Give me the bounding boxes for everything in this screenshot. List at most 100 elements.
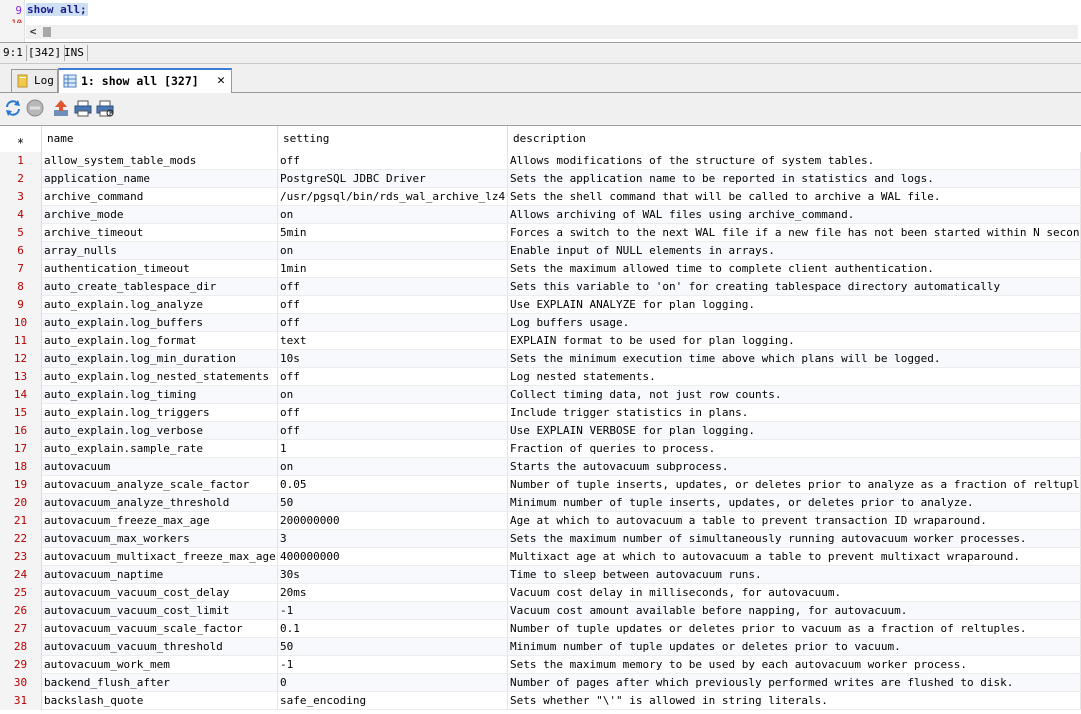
table-row[interactable]: 5 archive_timeout 5min Forces a switch to t… bbox=[0, 224, 1081, 242]
row-number[interactable]: 12 bbox=[0, 350, 42, 368]
cell-name[interactable]: autovacuum_freeze_max_age bbox=[42, 512, 278, 529]
row-number[interactable]: 1 bbox=[0, 152, 42, 170]
sql-text-selected[interactable]: show all; bbox=[26, 3, 88, 16]
row-number[interactable]: 14 bbox=[0, 386, 42, 404]
row-number[interactable]: 15 bbox=[0, 404, 42, 422]
cell-name[interactable]: autovacuum_naptime bbox=[42, 566, 278, 583]
cell-name[interactable]: autovacuum_vacuum_scale_factor bbox=[42, 620, 278, 637]
cell-setting[interactable]: 5min bbox=[278, 224, 508, 241]
scroll-left-button[interactable]: < bbox=[26, 25, 40, 39]
row-number[interactable]: 18 bbox=[0, 458, 42, 476]
cell-description[interactable]: Sets whether "\'" is allowed in string l… bbox=[508, 692, 1081, 709]
table-row[interactable]: 4 archive_mode on Allows archiving of WAL f… bbox=[0, 206, 1081, 224]
table-row[interactable]: 18 autovacuum on Starts the autovacuum subp… bbox=[0, 458, 1081, 476]
table-row[interactable]: 15 auto_explain.log_triggers off Include tr… bbox=[0, 404, 1081, 422]
row-number[interactable]: 19 bbox=[0, 476, 42, 494]
cell-name[interactable]: auto_explain.log_format bbox=[42, 332, 278, 349]
row-number[interactable]: 9 bbox=[0, 296, 42, 314]
row-number[interactable]: 16 bbox=[0, 422, 42, 440]
table-row[interactable]: 3 archive_command/usr/pgsql/bin/rds_wal_a… bbox=[0, 188, 1081, 206]
cell-name[interactable]: auto_explain.log_buffers bbox=[42, 314, 278, 331]
cell-description[interactable]: Use EXPLAIN VERBOSE for plan logging. bbox=[508, 422, 1081, 439]
cell-description[interactable]: Sets the maximum memory to be used by ea… bbox=[508, 656, 1081, 673]
cell-setting[interactable]: off bbox=[278, 314, 508, 331]
cell-description[interactable]: Sets the maximum number of simultaneousl… bbox=[508, 530, 1081, 547]
cell-setting[interactable]: 10s bbox=[278, 350, 508, 367]
cell-name[interactable]: autovacuum_analyze_threshold bbox=[42, 494, 278, 511]
cell-description[interactable]: Log buffers usage. bbox=[508, 314, 1081, 331]
column-header-setting[interactable]: setting bbox=[278, 126, 508, 152]
row-number[interactable]: 7 bbox=[0, 260, 42, 278]
cell-name[interactable]: application_name bbox=[42, 170, 278, 187]
tab-show-all[interactable]: 1: show all [327] ✕ bbox=[58, 68, 232, 93]
cell-name[interactable]: auto_explain.log_verbose bbox=[42, 422, 278, 439]
cell-description[interactable]: Sets this variable to 'on' for creating … bbox=[508, 278, 1081, 295]
cell-description[interactable]: Sets the application name to be reported… bbox=[508, 170, 1081, 187]
cell-name[interactable]: archive_timeout bbox=[42, 224, 278, 241]
print-preview-icon[interactable] bbox=[95, 98, 115, 118]
cell-description[interactable]: EXPLAIN format to be used for plan loggi… bbox=[508, 332, 1081, 349]
row-number[interactable]: 13 bbox=[0, 368, 42, 386]
cell-setting[interactable]: on bbox=[278, 206, 508, 223]
table-row[interactable]: 9 auto_explain.log_analyze off Use EXPLAIN … bbox=[0, 296, 1081, 314]
cell-description[interactable]: Age at which to autovacuum a table to pr… bbox=[508, 512, 1081, 529]
cell-name[interactable]: autovacuum bbox=[42, 458, 278, 475]
row-header-corner[interactable]: * bbox=[0, 126, 42, 152]
cell-setting[interactable]: -1 bbox=[278, 656, 508, 673]
cell-setting[interactable]: 50 bbox=[278, 638, 508, 655]
row-number[interactable]: 27 bbox=[0, 620, 42, 638]
cell-description[interactable]: Allows archiving of WAL files using arch… bbox=[508, 206, 1081, 223]
cell-setting[interactable]: -1 bbox=[278, 602, 508, 619]
cell-name[interactable]: autovacuum_work_mem bbox=[42, 656, 278, 673]
cell-name[interactable]: autovacuum_analyze_scale_factor bbox=[42, 476, 278, 493]
cell-name[interactable]: allow_system_table_mods bbox=[42, 152, 278, 169]
cell-setting[interactable]: off bbox=[278, 368, 508, 385]
row-number[interactable]: 21 bbox=[0, 512, 42, 530]
cell-name[interactable]: backslash_quote bbox=[42, 692, 278, 709]
tab-log[interactable]: Log bbox=[11, 69, 58, 92]
close-icon[interactable]: ✕ bbox=[217, 70, 225, 92]
cell-setting[interactable]: 400000000 bbox=[278, 548, 508, 565]
table-row[interactable]: 17 auto_explain.sample_rate 1 Fraction of q… bbox=[0, 440, 1081, 458]
print-icon[interactable] bbox=[73, 98, 93, 118]
table-row[interactable]: 23 autovacuum_multixact_freeze_max_age 400… bbox=[0, 548, 1081, 566]
table-row[interactable]: 29 autovacuum_work_mem -1 Sets the maximum … bbox=[0, 656, 1081, 674]
cell-description[interactable]: Use EXPLAIN ANALYZE for plan logging. bbox=[508, 296, 1081, 313]
row-number[interactable]: 5 bbox=[0, 224, 42, 242]
table-row[interactable]: 21 autovacuum_freeze_max_age 200000000 Age … bbox=[0, 512, 1081, 530]
row-number[interactable]: 23 bbox=[0, 548, 42, 566]
cell-description[interactable]: Vacuum cost amount available before napp… bbox=[508, 602, 1081, 619]
row-number[interactable]: 20 bbox=[0, 494, 42, 512]
cell-name[interactable]: auto_explain.log_min_duration bbox=[42, 350, 278, 367]
cell-name[interactable]: autovacuum_vacuum_threshold bbox=[42, 638, 278, 655]
row-number[interactable]: 30 bbox=[0, 674, 42, 692]
table-row[interactable]: 6 array_nulls on Enable input of NULL eleme… bbox=[0, 242, 1081, 260]
table-row[interactable]: 22 autovacuum_max_workers 3 Sets the maximu… bbox=[0, 530, 1081, 548]
cell-description[interactable]: Enable input of NULL elements in arrays. bbox=[508, 242, 1081, 259]
export-icon[interactable] bbox=[51, 98, 71, 118]
row-number[interactable]: 2 bbox=[0, 170, 42, 188]
row-number[interactable]: 3 bbox=[0, 188, 42, 206]
sql-editor[interactable]: 9 10 show all; < bbox=[0, 0, 1081, 43]
cell-description[interactable]: Sets the shell command that will be call… bbox=[508, 188, 1081, 205]
table-row[interactable]: 25 autovacuum_vacuum_cost_delay 20ms Vacuum… bbox=[0, 584, 1081, 602]
cell-name[interactable]: autovacuum_multixact_freeze_max_age bbox=[42, 548, 278, 565]
table-row[interactable]: 19 autovacuum_analyze_scale_factor 0.05 Num… bbox=[0, 476, 1081, 494]
table-row[interactable]: 30 backend_flush_after 0 Number of pages af… bbox=[0, 674, 1081, 692]
cell-setting[interactable]: off bbox=[278, 422, 508, 439]
row-number[interactable]: 4 bbox=[0, 206, 42, 224]
cell-description[interactable]: Allows modifications of the structure of… bbox=[508, 152, 1081, 169]
row-number[interactable]: 31 bbox=[0, 692, 42, 710]
cell-setting[interactable]: 0.1 bbox=[278, 620, 508, 637]
cell-name[interactable]: auto_create_tablespace_dir bbox=[42, 278, 278, 295]
row-number[interactable]: 10 bbox=[0, 314, 42, 332]
table-row[interactable]: 7 authentication_timeout 1min Sets the maxi… bbox=[0, 260, 1081, 278]
row-number[interactable]: 25 bbox=[0, 584, 42, 602]
column-header-name[interactable]: name bbox=[42, 126, 278, 152]
cell-setting[interactable]: 1min bbox=[278, 260, 508, 277]
table-row[interactable]: 13 auto_explain.log_nested_statements off L… bbox=[0, 368, 1081, 386]
cell-name[interactable]: auto_explain.log_triggers bbox=[42, 404, 278, 421]
row-number[interactable]: 26 bbox=[0, 602, 42, 620]
cell-setting[interactable]: 0 bbox=[278, 674, 508, 691]
cell-setting[interactable]: 0.05 bbox=[278, 476, 508, 493]
